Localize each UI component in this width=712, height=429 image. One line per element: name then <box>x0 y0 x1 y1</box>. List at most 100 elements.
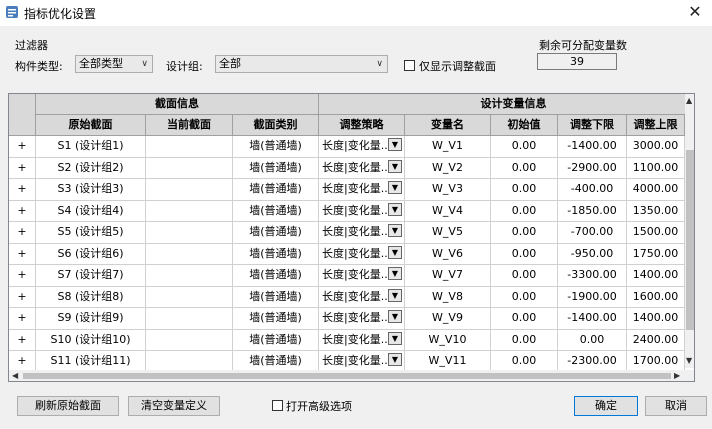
row-expand-button[interactable]: + <box>9 308 36 330</box>
cell-variable-name: W_V2 <box>405 157 491 179</box>
cell-initial-value: 0.00 <box>491 157 558 179</box>
cell-section-category: 墙(普通墙) <box>233 308 319 330</box>
adjust-strategy-value: 长度|变化量... <box>322 246 392 260</box>
cell-adjust-strategy[interactable]: 长度|变化量... ▼ <box>319 286 405 308</box>
cell-adjust-strategy[interactable]: 长度|变化量... ▼ <box>319 157 405 179</box>
row-expand-button[interactable]: + <box>9 265 36 287</box>
scroll-up-icon[interactable]: ▲ <box>686 96 692 105</box>
cell-initial-value: 0.00 <box>491 222 558 244</box>
scroll-thumb[interactable] <box>23 373 671 379</box>
dropdown-arrow-icon[interactable]: ▼ <box>388 159 402 173</box>
adjust-strategy-value: 长度|变化量... <box>322 160 392 174</box>
cell-lower-limit: -2900.00 <box>558 157 627 179</box>
component-type-value: 全部类型 <box>79 57 123 70</box>
cell-variable-name: W_V9 <box>405 308 491 330</box>
cancel-button[interactable]: 取消 <box>645 396 707 416</box>
dropdown-arrow-icon[interactable]: ▼ <box>388 331 402 345</box>
cell-adjust-strategy[interactable]: 长度|变化量... ▼ <box>319 265 405 287</box>
column-header-section-category[interactable]: 截面类别 <box>233 115 319 136</box>
adjust-strategy-value: 长度|变化量... <box>322 354 392 367</box>
cell-initial-value: 0.00 <box>491 200 558 222</box>
column-header-initial-value[interactable]: 初始值 <box>491 115 558 136</box>
cell-original-section: S7 (设计组7) <box>36 265 146 287</box>
row-expand-button[interactable]: + <box>9 222 36 244</box>
scroll-down-icon[interactable]: ▼ <box>686 356 692 365</box>
cell-original-section: S6 (设计组6) <box>36 243 146 265</box>
cell-lower-limit: -1400.00 <box>558 136 627 158</box>
row-expand-button[interactable]: + <box>9 329 36 351</box>
component-type-select[interactable]: 全部类型 ∨ <box>75 55 153 73</box>
cell-adjust-strategy[interactable]: 长度|变化量... ▼ <box>319 222 405 244</box>
ok-button[interactable]: 确定 <box>574 396 638 416</box>
cell-section-category: 墙(普通墙) <box>233 222 319 244</box>
settings-app-icon <box>5 5 19 19</box>
dropdown-arrow-icon[interactable]: ▼ <box>388 245 402 259</box>
cell-adjust-strategy[interactable]: 长度|变化量... ▼ <box>319 308 405 330</box>
filter-group: 过滤器 构件类型: 全部类型 ∨ 设计组: 全部 ∨ 仅显示调整截面 <box>8 36 516 80</box>
dropdown-arrow-icon[interactable]: ▼ <box>388 288 402 302</box>
dropdown-arrow-icon[interactable]: ▼ <box>388 138 402 151</box>
cell-initial-value: 0.00 <box>491 308 558 330</box>
cell-original-section: S2 (设计组2) <box>36 157 146 179</box>
remaining-variables-label: 剩余可分配变量数 <box>539 39 627 52</box>
grid-corner-header <box>9 94 36 136</box>
cell-adjust-strategy[interactable]: 长度|变化量... ▼ <box>319 329 405 351</box>
cell-section-category: 墙(普通墙) <box>233 265 319 287</box>
vertical-scrollbar[interactable]: ▲ ▼ <box>685 94 694 368</box>
cell-adjust-strategy[interactable]: 长度|变化量... ▼ <box>319 243 405 265</box>
design-group-select[interactable]: 全部 ∨ <box>215 55 388 73</box>
column-header-current-section[interactable]: 当前截面 <box>146 115 233 136</box>
row-expand-button[interactable]: + <box>9 200 36 222</box>
row-expand-button[interactable]: + <box>9 179 36 201</box>
title-bar: 指标优化设置 ✕ <box>0 0 712 26</box>
cell-variable-name: W_V7 <box>405 265 491 287</box>
column-header-lower-limit[interactable]: 调整下限 <box>558 115 627 136</box>
cell-upper-limit: 1100.00 <box>627 157 685 179</box>
refresh-original-section-button[interactable]: 刷新原始截面 <box>17 396 119 416</box>
only-show-adjusted-checkbox[interactable] <box>404 60 415 71</box>
cell-initial-value: 0.00 <box>491 136 558 158</box>
cell-current-section <box>146 265 233 287</box>
scroll-right-icon[interactable]: ▶ <box>674 371 680 380</box>
cell-original-section: S9 (设计组9) <box>36 308 146 330</box>
adjust-strategy-value: 长度|变化量... <box>322 289 392 303</box>
cell-current-section <box>146 329 233 351</box>
column-header-adjust-strategy[interactable]: 调整策略 <box>319 115 405 136</box>
dropdown-arrow-icon[interactable]: ▼ <box>388 202 402 216</box>
component-type-label: 构件类型: <box>15 60 63 73</box>
cell-adjust-strategy[interactable]: 长度|变化量... ▼ <box>319 200 405 222</box>
cell-upper-limit: 1400.00 <box>627 265 685 287</box>
cell-initial-value: 0.00 <box>491 329 558 351</box>
dropdown-arrow-icon[interactable]: ▼ <box>388 353 402 366</box>
row-expand-button[interactable]: + <box>9 136 36 158</box>
dropdown-arrow-icon[interactable]: ▼ <box>388 267 402 280</box>
scroll-thumb[interactable] <box>686 150 694 330</box>
dropdown-arrow-icon[interactable]: ▼ <box>388 181 402 194</box>
column-header-upper-limit[interactable]: 调整上限 <box>627 115 685 136</box>
cell-original-section: S10 (设计组10) <box>36 329 146 351</box>
column-header-original-section[interactable]: 原始截面 <box>36 115 146 136</box>
cell-section-category: 墙(普通墙) <box>233 243 319 265</box>
dropdown-arrow-icon[interactable]: ▼ <box>388 224 402 237</box>
adjust-strategy-value: 长度|变化量... <box>322 268 392 281</box>
advanced-options-checkbox[interactable] <box>272 400 283 411</box>
cell-adjust-strategy[interactable]: 长度|变化量... ▼ <box>319 136 405 158</box>
cell-variable-name: W_V10 <box>405 329 491 351</box>
clear-variables-button[interactable]: 清空变量定义 <box>128 396 220 416</box>
cell-variable-name: W_V6 <box>405 243 491 265</box>
adjust-strategy-value: 长度|变化量... <box>322 203 392 217</box>
scroll-left-icon[interactable]: ◀ <box>12 371 18 380</box>
dropdown-arrow-icon[interactable]: ▼ <box>388 310 402 323</box>
row-expand-button[interactable]: + <box>9 243 36 265</box>
row-expand-button[interactable]: + <box>9 286 36 308</box>
cell-adjust-strategy[interactable]: 长度|变化量... ▼ <box>319 179 405 201</box>
cell-lower-limit: 0.00 <box>558 329 627 351</box>
cell-current-section <box>146 136 233 158</box>
column-header-variable-name[interactable]: 变量名 <box>405 115 491 136</box>
close-icon[interactable]: ✕ <box>678 0 712 26</box>
cell-lower-limit: -400.00 <box>558 179 627 201</box>
horizontal-scrollbar[interactable]: ◀ ▶ <box>9 370 685 381</box>
filter-group-label: 过滤器 <box>15 39 48 52</box>
row-expand-button[interactable]: + <box>9 157 36 179</box>
cell-original-section: S1 (设计组1) <box>36 136 146 158</box>
